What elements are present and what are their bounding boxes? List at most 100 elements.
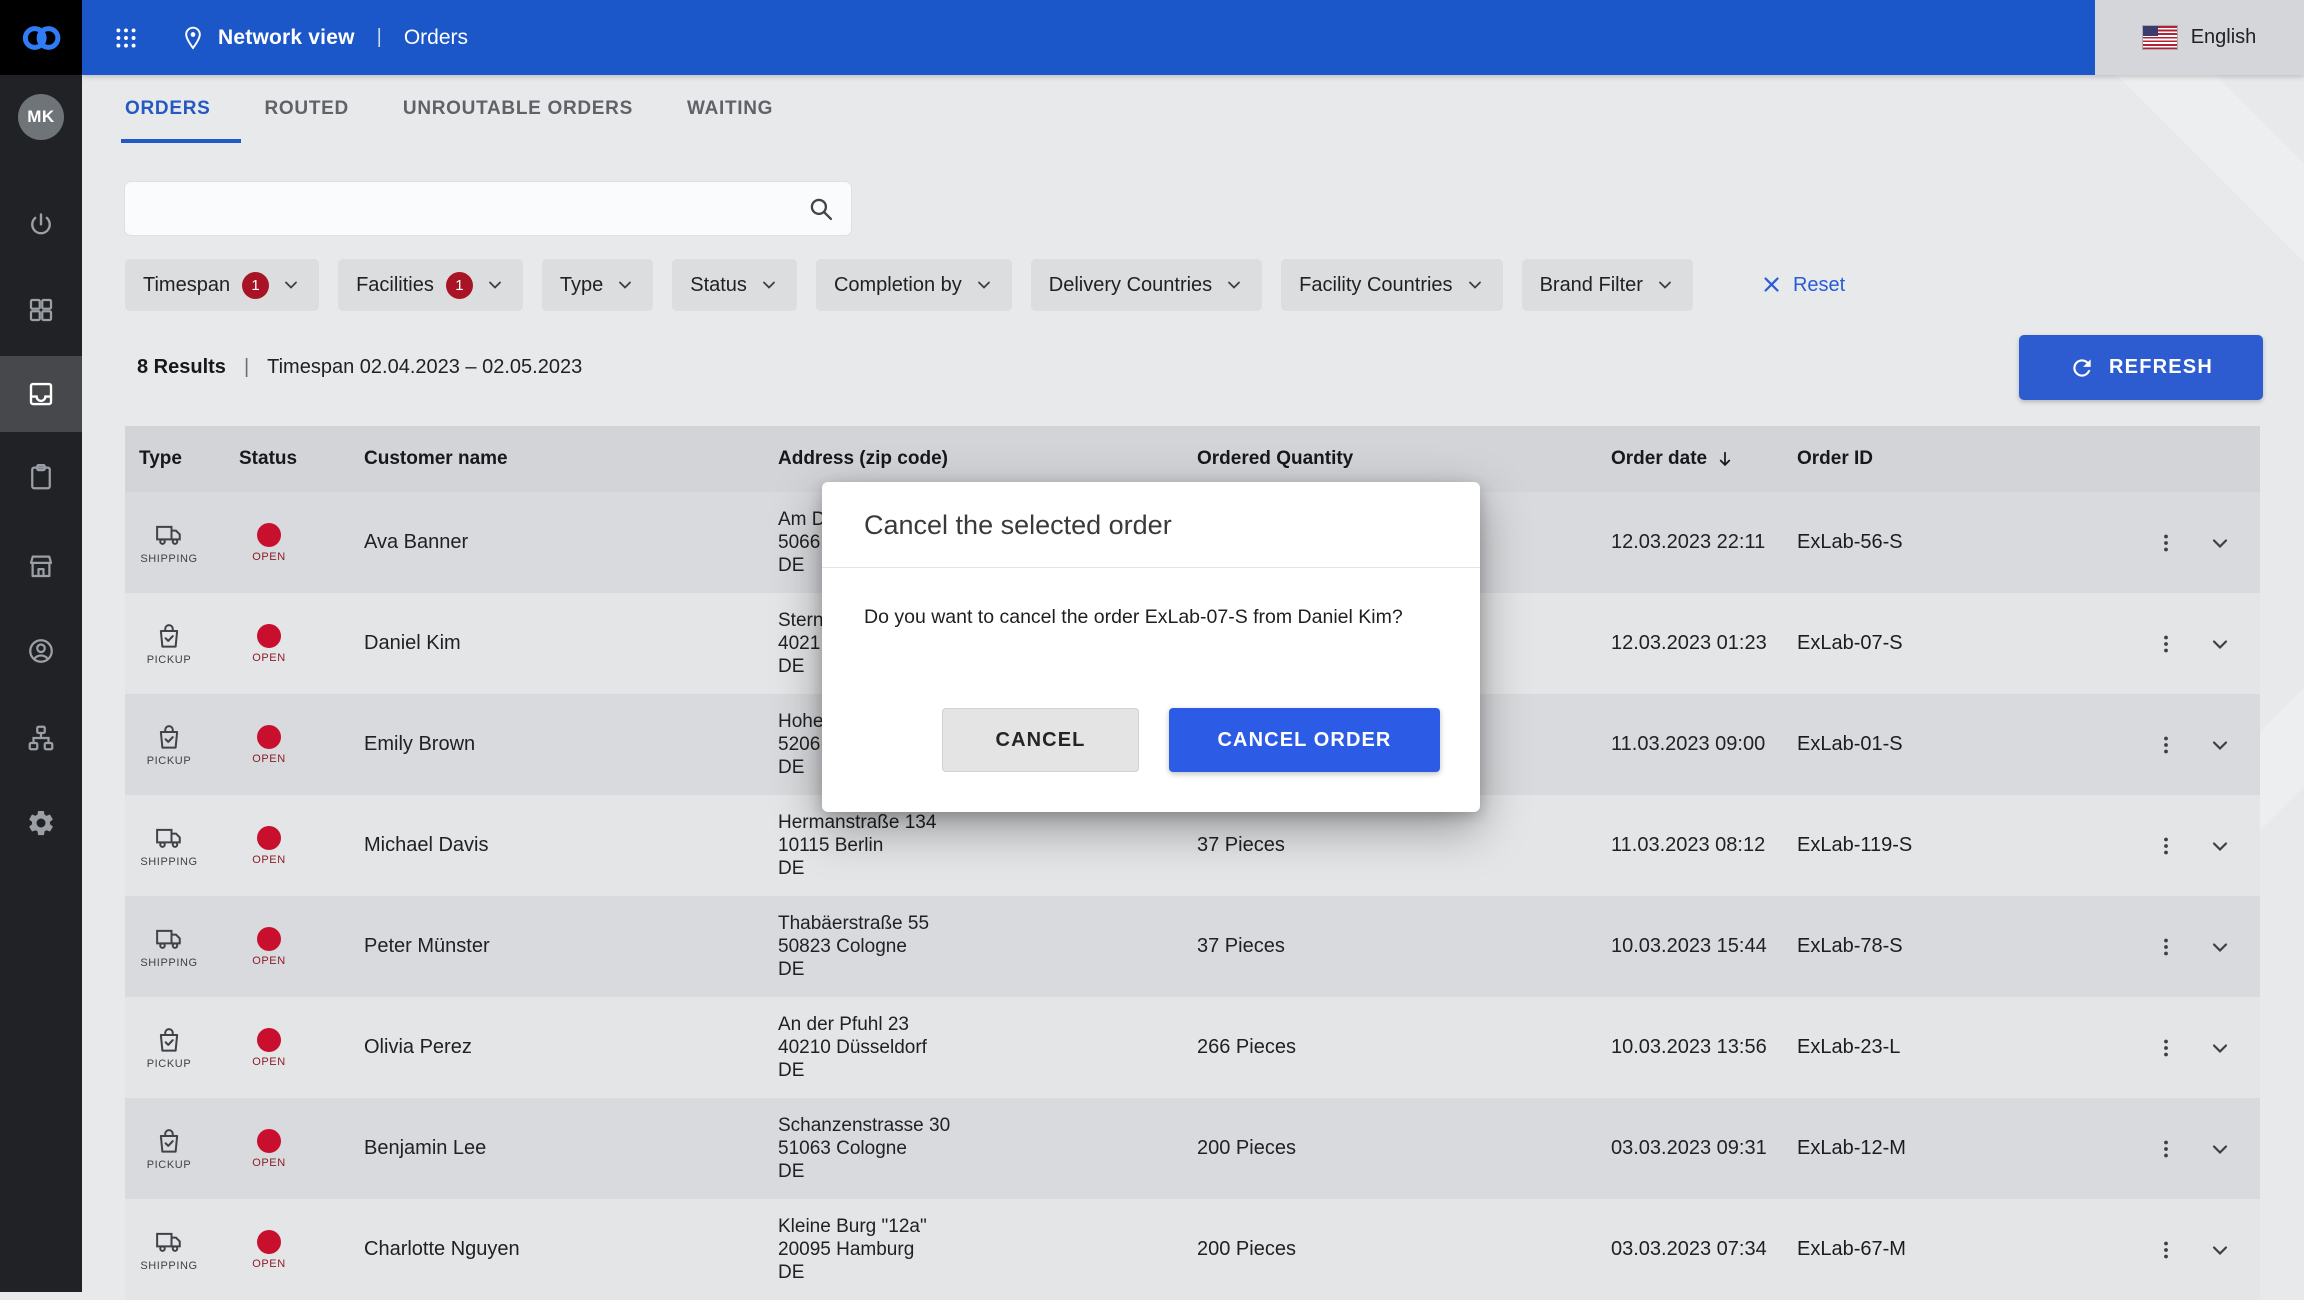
chevron-down-icon bbox=[1655, 275, 1675, 295]
kebab-menu-icon[interactable] bbox=[2154, 834, 2178, 858]
ordered-quantity: 200 Pieces bbox=[1183, 1238, 1597, 1261]
sidebar-item-pickup-orders[interactable] bbox=[0, 439, 82, 515]
order-date: 10.03.2023 15:44 bbox=[1597, 935, 1783, 958]
sidebar-item-settings[interactable] bbox=[0, 785, 82, 861]
kebab-menu-icon[interactable] bbox=[2154, 531, 2178, 555]
location-pin-icon bbox=[180, 25, 206, 51]
dialog-actions: CANCEL CANCEL ORDER bbox=[822, 708, 1480, 812]
expand-chevron-icon[interactable] bbox=[2208, 935, 2232, 959]
col-quantity: Ordered Quantity bbox=[1183, 448, 1597, 470]
customer-name: Michael Davis bbox=[350, 834, 764, 857]
user-avatar[interactable]: MK bbox=[18, 94, 64, 140]
expand-chevron-icon[interactable] bbox=[2208, 834, 2232, 858]
tab-orders[interactable]: ORDERS bbox=[125, 75, 211, 143]
table-row[interactable]: SHIPPING OPEN Charlotte Nguyen Kleine Bu… bbox=[125, 1199, 2260, 1300]
order-id: ExLab-56-S bbox=[1783, 531, 1903, 554]
dialog-confirm-cancel-order-button[interactable]: CANCEL ORDER bbox=[1169, 708, 1440, 772]
filter-facilities[interactable]: Facilities 1 bbox=[338, 259, 523, 311]
order-date: 03.03.2023 09:31 bbox=[1597, 1137, 1783, 1160]
refresh-button[interactable]: REFRESH bbox=[2019, 335, 2263, 400]
kebab-menu-icon[interactable] bbox=[2154, 733, 2178, 757]
table-row[interactable]: SHIPPING OPEN Peter Münster Thabäerstraß… bbox=[125, 896, 2260, 997]
sidebar-item-store[interactable] bbox=[0, 528, 82, 604]
search-icon[interactable] bbox=[807, 195, 835, 223]
sidebar-item-network[interactable] bbox=[0, 700, 82, 776]
expand-chevron-icon[interactable] bbox=[2208, 531, 2232, 555]
shipping-truck-icon bbox=[154, 823, 184, 853]
filter-status[interactable]: Status bbox=[672, 259, 797, 311]
dialog-title: Cancel the selected order bbox=[822, 482, 1480, 567]
sidebar-item-dashboard[interactable] bbox=[0, 272, 82, 348]
chevron-down-icon bbox=[485, 275, 505, 295]
dashboard-icon bbox=[26, 295, 56, 325]
order-date: 11.03.2023 08:12 bbox=[1597, 834, 1783, 857]
clipboard-icon bbox=[26, 462, 56, 492]
sidebar-item-account[interactable] bbox=[0, 613, 82, 689]
status-badge: OPEN bbox=[252, 1258, 286, 1270]
brand-logo-icon bbox=[19, 23, 63, 53]
col-status: Status bbox=[225, 448, 350, 470]
status-badge: OPEN bbox=[252, 1157, 286, 1169]
gear-icon bbox=[26, 808, 56, 838]
table-row[interactable]: PICKUP OPEN Olivia Perez An der Pfuhl 23… bbox=[125, 997, 2260, 1098]
chevron-down-icon bbox=[1465, 275, 1485, 295]
table-row[interactable]: PICKUP OPEN Benjamin Lee Schanzenstrasse… bbox=[125, 1098, 2260, 1199]
status-open-dot bbox=[257, 1230, 281, 1254]
ordered-quantity: 37 Pieces bbox=[1183, 935, 1597, 958]
filter-brand[interactable]: Brand Filter bbox=[1522, 259, 1693, 311]
expand-chevron-icon[interactable] bbox=[2208, 733, 2232, 757]
customer-name: Benjamin Lee bbox=[350, 1137, 764, 1160]
status-open-dot bbox=[257, 1028, 281, 1052]
tab-waiting[interactable]: WAITING bbox=[687, 75, 773, 143]
chevron-down-icon bbox=[1224, 275, 1244, 295]
kebab-menu-icon[interactable] bbox=[2154, 1137, 2178, 1161]
sidebar-item-orders-inbox[interactable] bbox=[0, 356, 82, 432]
kebab-menu-icon[interactable] bbox=[2154, 632, 2178, 656]
order-date: 10.03.2023 13:56 bbox=[1597, 1036, 1783, 1059]
dialog-cancel-button[interactable]: CANCEL bbox=[942, 708, 1139, 772]
language-selector[interactable]: English bbox=[2095, 0, 2304, 75]
order-date: 03.03.2023 07:34 bbox=[1597, 1238, 1783, 1261]
filter-type[interactable]: Type bbox=[542, 259, 653, 311]
expand-chevron-icon[interactable] bbox=[2208, 1238, 2232, 1262]
kebab-menu-icon[interactable] bbox=[2154, 935, 2178, 959]
tab-unroutable-orders[interactable]: UNROUTABLE ORDERS bbox=[403, 75, 633, 143]
filter-delivery-countries[interactable]: Delivery Countries bbox=[1031, 259, 1262, 311]
col-order-id: Order ID bbox=[1783, 448, 2260, 470]
refresh-icon bbox=[2069, 355, 2095, 381]
apps-grid-button[interactable] bbox=[108, 20, 144, 56]
tab-routed[interactable]: ROUTED bbox=[265, 75, 349, 143]
customer-name: Daniel Kim bbox=[350, 632, 764, 655]
customer-name: Ava Banner bbox=[350, 531, 764, 554]
cancel-order-dialog: Cancel the selected order Do you want to… bbox=[822, 482, 1480, 812]
results-count: 8 Results bbox=[137, 356, 226, 379]
address: An der Pfuhl 2340210 DüsseldorfDE bbox=[778, 1013, 1183, 1082]
storefront-icon bbox=[26, 551, 56, 581]
apps-grid-icon bbox=[113, 25, 139, 51]
search-input[interactable] bbox=[125, 197, 807, 220]
chevron-down-icon bbox=[615, 275, 635, 295]
col-order-date[interactable]: Order date bbox=[1597, 448, 1783, 470]
sidebar-item-logout[interactable] bbox=[0, 187, 82, 263]
inbox-icon bbox=[26, 379, 56, 409]
pickup-bag-icon bbox=[154, 621, 184, 651]
filter-facility-countries[interactable]: Facility Countries bbox=[1281, 259, 1502, 311]
kebab-menu-icon[interactable] bbox=[2154, 1036, 2178, 1060]
order-id: ExLab-119-S bbox=[1783, 834, 1912, 857]
expand-chevron-icon[interactable] bbox=[2208, 1036, 2232, 1060]
kebab-menu-icon[interactable] bbox=[2154, 1238, 2178, 1262]
brand-logo[interactable] bbox=[0, 0, 82, 75]
status-open-dot bbox=[257, 1129, 281, 1153]
order-date: 12.03.2023 22:11 bbox=[1597, 531, 1783, 554]
timespan-summary: Timespan 02.04.2023 – 02.05.2023 bbox=[267, 356, 582, 379]
filter-completion-by[interactable]: Completion by bbox=[816, 259, 1012, 311]
view-switcher[interactable]: Network view bbox=[180, 25, 355, 51]
sort-desc-arrow-icon bbox=[1715, 449, 1735, 469]
search-box bbox=[125, 182, 851, 235]
status-open-dot bbox=[257, 523, 281, 547]
close-icon bbox=[1761, 274, 1783, 296]
reset-filters-button[interactable]: Reset bbox=[1761, 274, 1845, 297]
filter-timespan[interactable]: Timespan 1 bbox=[125, 259, 319, 311]
expand-chevron-icon[interactable] bbox=[2208, 632, 2232, 656]
expand-chevron-icon[interactable] bbox=[2208, 1137, 2232, 1161]
